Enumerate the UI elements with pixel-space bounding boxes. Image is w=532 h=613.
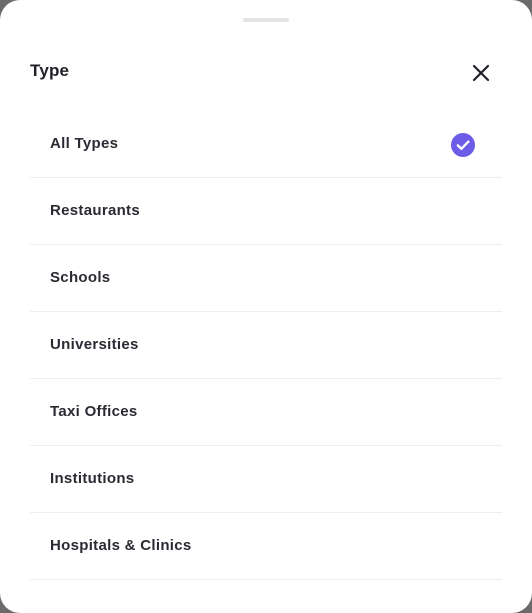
option-restaurants[interactable]: Restaurants (30, 178, 502, 245)
close-icon (472, 64, 490, 82)
sheet-title: Type (30, 61, 70, 80)
type-filter-sheet: Type All Types Restaurants Schools Unive… (0, 0, 532, 613)
option-schools[interactable]: Schools (30, 245, 502, 312)
drag-handle[interactable] (243, 18, 289, 22)
option-institutions[interactable]: Institutions (30, 446, 502, 513)
close-button[interactable] (466, 58, 496, 88)
option-universities[interactable]: Universities (30, 312, 502, 379)
option-label: Schools (50, 269, 111, 286)
option-label: Institutions (50, 470, 135, 487)
option-label: Taxi Offices (50, 403, 138, 420)
check-circle-icon (451, 133, 475, 157)
option-all-types[interactable]: All Types (30, 111, 502, 178)
option-label: Universities (50, 336, 139, 353)
option-label: Hospitals & Clinics (50, 537, 192, 554)
option-label: All Types (50, 135, 119, 152)
option-hospitals-clinics[interactable]: Hospitals & Clinics (30, 513, 502, 580)
type-options-list: All Types Restaurants Schools Universiti… (30, 111, 502, 580)
option-label: Restaurants (50, 202, 140, 219)
option-taxi-offices[interactable]: Taxi Offices (30, 379, 502, 446)
